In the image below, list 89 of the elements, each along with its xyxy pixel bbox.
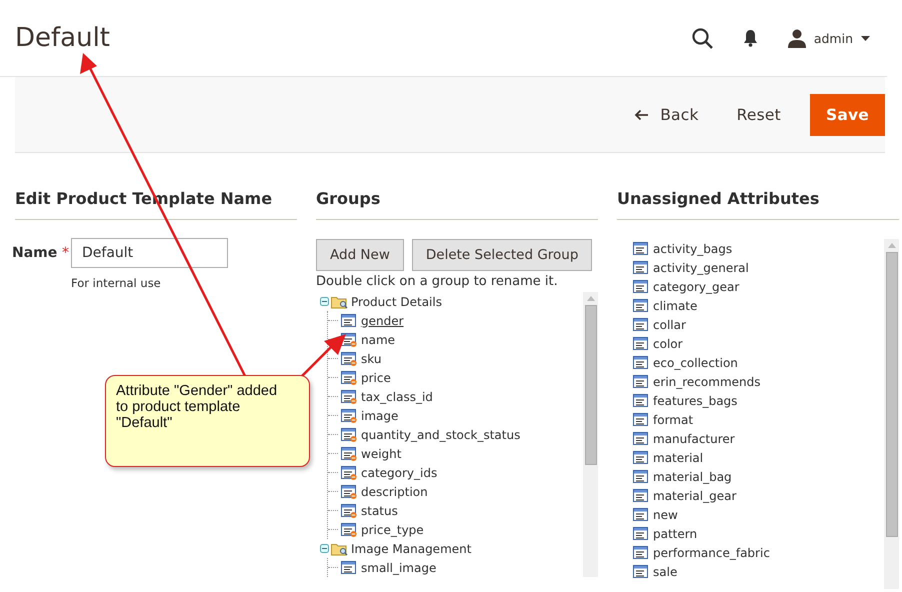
attribute-icon — [633, 356, 649, 370]
user-menu[interactable]: admin — [788, 28, 870, 48]
bell-icon[interactable] — [742, 29, 758, 47]
attribute-icon — [633, 412, 649, 426]
attribute-locked-icon — [341, 370, 357, 384]
attribute-locked-icon — [341, 390, 357, 404]
folder-icon — [331, 294, 348, 308]
scrollbar[interactable] — [884, 239, 899, 589]
hint-text: Double click on a group to rename it. — [316, 274, 559, 289]
attribute-item[interactable]: price — [360, 370, 392, 384]
attribute-icon — [633, 508, 649, 522]
attribute-icon — [633, 260, 649, 274]
attribute-item[interactable]: climate — [652, 298, 698, 312]
attribute-item[interactable]: manufacturer — [652, 432, 736, 446]
attribute-locked-icon — [341, 522, 357, 536]
attribute-icon — [633, 298, 649, 312]
add-new-button[interactable]: Add New — [316, 239, 404, 271]
attribute-locked-icon — [341, 466, 357, 480]
attribute-item[interactable]: category_gear — [652, 280, 740, 294]
attribute-item[interactable]: collar — [652, 318, 687, 332]
group-name[interactable]: Product Details — [350, 294, 443, 308]
reset-button[interactable]: Reset — [722, 94, 796, 134]
attribute-icon — [633, 546, 649, 560]
attribute-icon — [633, 526, 649, 540]
group-name[interactable]: Image Management — [350, 542, 472, 556]
attribute-item[interactable]: material — [652, 450, 704, 464]
attribute-locked-icon — [341, 484, 357, 498]
attribute-icon — [341, 560, 357, 574]
field-note: For internal use — [71, 276, 162, 290]
attribute-item[interactable]: weight — [360, 446, 402, 460]
attribute-item[interactable]: performance_fabric — [652, 546, 771, 560]
attribute-item[interactable]: material_gear — [652, 488, 738, 502]
field-label: Name — [12, 245, 58, 261]
page-title: Default — [15, 23, 111, 53]
attribute-item[interactable]: category_ids — [360, 466, 438, 480]
scrollbar[interactable] — [583, 292, 598, 577]
attribute-item[interactable]: features_bags — [652, 394, 738, 408]
attribute-item[interactable]: sku — [360, 352, 382, 366]
annotation-callout: Attribute "Gender" added to product template "Default" — [105, 375, 310, 467]
attribute-item[interactable]: activity_bags — [652, 242, 734, 256]
attribute-icon — [633, 394, 649, 408]
attribute-item[interactable]: small_image — [360, 560, 438, 574]
attribute-item[interactable]: erin_recommends — [652, 374, 762, 388]
attribute-locked-icon — [341, 446, 357, 460]
attribute-item[interactable]: activity_general — [652, 260, 750, 274]
name-input[interactable]: Default — [71, 238, 228, 268]
delete-group-button[interactable]: Delete Selected Group — [412, 239, 592, 271]
attribute-icon — [633, 432, 649, 446]
caret-icon — [861, 36, 870, 40]
attribute-icon — [633, 280, 649, 294]
attribute-icon — [633, 470, 649, 484]
attribute-item[interactable]: tax_class_id — [360, 390, 434, 404]
attribute-item[interactable]: status — [360, 504, 399, 518]
folder-icon — [331, 542, 348, 556]
attribute-icon — [633, 450, 649, 464]
section-heading: Unassigned Attributes — [617, 189, 899, 220]
attribute-locked-icon — [341, 428, 357, 442]
attribute-item[interactable]: name — [360, 332, 396, 346]
required-mark: * — [62, 245, 70, 261]
attribute-icon — [633, 336, 649, 350]
attribute-icon — [341, 314, 357, 328]
attribute-icon — [633, 318, 649, 332]
attribute-item[interactable]: quantity_and_stock_status — [360, 428, 522, 442]
attribute-locked-icon — [341, 504, 357, 518]
attribute-item[interactable]: image — [360, 408, 400, 422]
collapse-icon[interactable] — [320, 297, 329, 306]
attribute-item[interactable]: price_type — [360, 522, 425, 536]
arrow-left-icon — [634, 108, 648, 120]
section-heading: Groups — [316, 189, 598, 220]
attribute-icon — [633, 374, 649, 388]
attribute-item[interactable]: material_bag — [652, 470, 733, 484]
collapse-icon[interactable] — [320, 544, 329, 553]
attribute-item[interactable]: sale — [652, 564, 678, 578]
attribute-locked-icon — [341, 352, 357, 366]
back-button[interactable]: Back — [619, 94, 714, 134]
attribute-item[interactable]: color — [652, 336, 684, 350]
attribute-item[interactable]: format — [652, 412, 694, 426]
attribute-icon — [633, 564, 649, 578]
attribute-locked-icon — [341, 408, 357, 422]
search-icon[interactable] — [692, 28, 713, 48]
attribute-item[interactable]: eco_collection — [652, 356, 739, 370]
attribute-item[interactable]: new — [652, 508, 679, 522]
attribute-icon — [633, 488, 649, 502]
save-button[interactable]: Save — [810, 94, 885, 136]
user-icon — [788, 28, 806, 48]
attribute-item[interactable]: description — [360, 484, 429, 498]
attribute-item[interactable]: gender — [360, 314, 405, 328]
attribute-item[interactable]: pattern — [652, 526, 698, 540]
attribute-icon — [633, 242, 649, 256]
